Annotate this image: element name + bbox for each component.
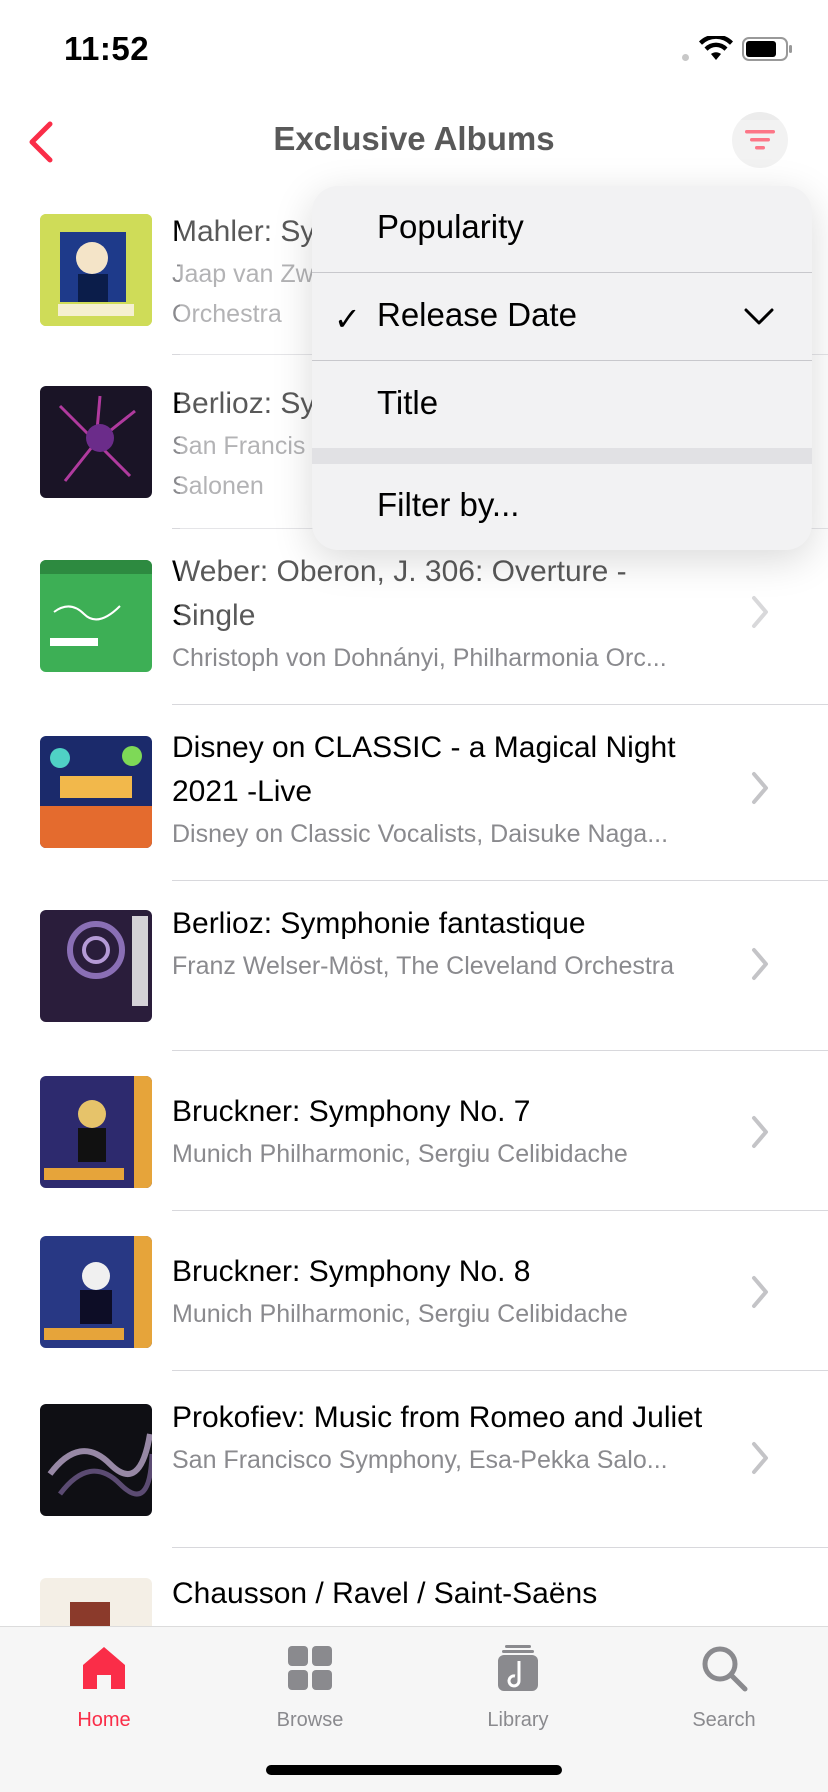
signal-dot-icon [682, 54, 689, 61]
album-row-disney[interactable]: Disney on CLASSIC - a Magical Night 2021… [0, 726, 828, 876]
album-cover-berlioz-cleveland [40, 910, 152, 1022]
album-row-bruckner-7[interactable]: Bruckner: Symphony No. 7 Munich Philharm… [0, 1076, 828, 1200]
album-artist: Munich Philharmonic, Sergiu Celibidache [172, 1140, 628, 1168]
row-divider [172, 1210, 828, 1211]
checkmark-icon: ✓ [334, 301, 361, 337]
chevron-right-icon [752, 1116, 768, 1148]
chevron-right-icon [752, 1276, 768, 1308]
home-indicator [266, 1765, 562, 1775]
row-divider [172, 1547, 828, 1548]
album-cover-prokofiev [40, 1404, 152, 1516]
menu-section-gap [312, 448, 812, 464]
album-title: Chausson / Ravel / Saint-Saëns [172, 1577, 598, 1610]
album-cover-bruckner-8 [40, 1236, 152, 1348]
menu-item-label: Filter by... [377, 486, 520, 523]
album-row-chausson[interactable]: Chausson / Ravel / Saint-Saëns [0, 1572, 828, 1632]
album-cover-bruckner-7 [40, 1076, 152, 1188]
album-title: Prokofiev: Music from Romeo and Juliet [172, 1401, 703, 1434]
row-divider [172, 1050, 828, 1051]
album-cover-berlioz-sf [40, 386, 152, 498]
browse-grid-icon [288, 1646, 332, 1690]
menu-item-title[interactable]: Title [312, 362, 812, 450]
tab-home[interactable]: Home [24, 1627, 184, 1737]
status-bar: 11:52 [0, 0, 828, 100]
menu-item-popularity[interactable]: Popularity [312, 186, 812, 274]
chevron-right-icon [752, 772, 768, 804]
search-icon [702, 1646, 748, 1692]
album-artist: San Francisco Symphony, Esa-Pekka Salo..… [172, 1446, 668, 1474]
tab-label: Library [487, 1709, 549, 1731]
album-title: Bruckner: Symphony No. 8 [172, 1255, 531, 1288]
menu-item-label: Title [377, 384, 439, 421]
menu-item-release-date[interactable]: ✓ Release Date [312, 274, 812, 362]
album-title: Bruckner: Symphony No. 7 [172, 1095, 531, 1128]
album-title: Disney on CLASSIC - a Magical Night 2021… [172, 731, 676, 808]
tab-browse[interactable]: Browse [230, 1627, 390, 1737]
tab-label: Browse [276, 1709, 344, 1731]
wifi-icon [699, 36, 733, 60]
album-title: Berlioz: Symphonie fantastique [172, 907, 586, 940]
album-row-berlioz-cleveland[interactable]: Berlioz: Symphonie fantastique Franz Wel… [0, 902, 828, 1052]
sort-menu: Popularity ✓ Release Date Title Filter b… [312, 186, 812, 550]
album-cover-mahler [40, 214, 152, 326]
row-divider [172, 704, 828, 705]
tab-label: Home [77, 1709, 131, 1731]
battery-icon [742, 37, 792, 61]
status-time: 11:52 [64, 30, 150, 67]
library-icon [498, 1645, 538, 1691]
album-cover-weber [40, 560, 152, 672]
row-divider [172, 880, 828, 881]
album-row-prokofiev[interactable]: Prokofiev: Music from Romeo and Juliet S… [0, 1396, 828, 1546]
album-cover-disney [40, 736, 152, 848]
menu-item-filter[interactable]: Filter by... [312, 464, 812, 550]
menu-divider [312, 360, 812, 361]
album-artist: Munich Philharmonic, Sergiu Celibidache [172, 1300, 628, 1328]
menu-item-label: Popularity [377, 208, 524, 245]
menu-item-label: Release Date [377, 296, 577, 333]
menu-divider [312, 272, 812, 273]
tab-label: Search [692, 1709, 756, 1731]
album-artist: Franz Welser-Möst, The Cleveland Orchest… [172, 952, 675, 980]
album-artist: Christoph von Dohnányi, Philharmonia Orc… [172, 644, 667, 672]
album-cover-chausson [40, 1578, 152, 1632]
album-artist: Disney on Classic Vocalists, Daisuke Nag… [172, 820, 669, 848]
chevron-right-icon [752, 1442, 768, 1474]
tab-search[interactable]: Search [644, 1627, 804, 1737]
tab-library[interactable]: Library [438, 1627, 598, 1737]
row-divider [172, 1370, 828, 1371]
chevron-down-icon[interactable] [742, 304, 776, 330]
home-icon [83, 1647, 125, 1689]
album-row-bruckner-8[interactable]: Bruckner: Symphony No. 8 Munich Philharm… [0, 1236, 828, 1360]
chevron-right-icon [752, 948, 768, 980]
